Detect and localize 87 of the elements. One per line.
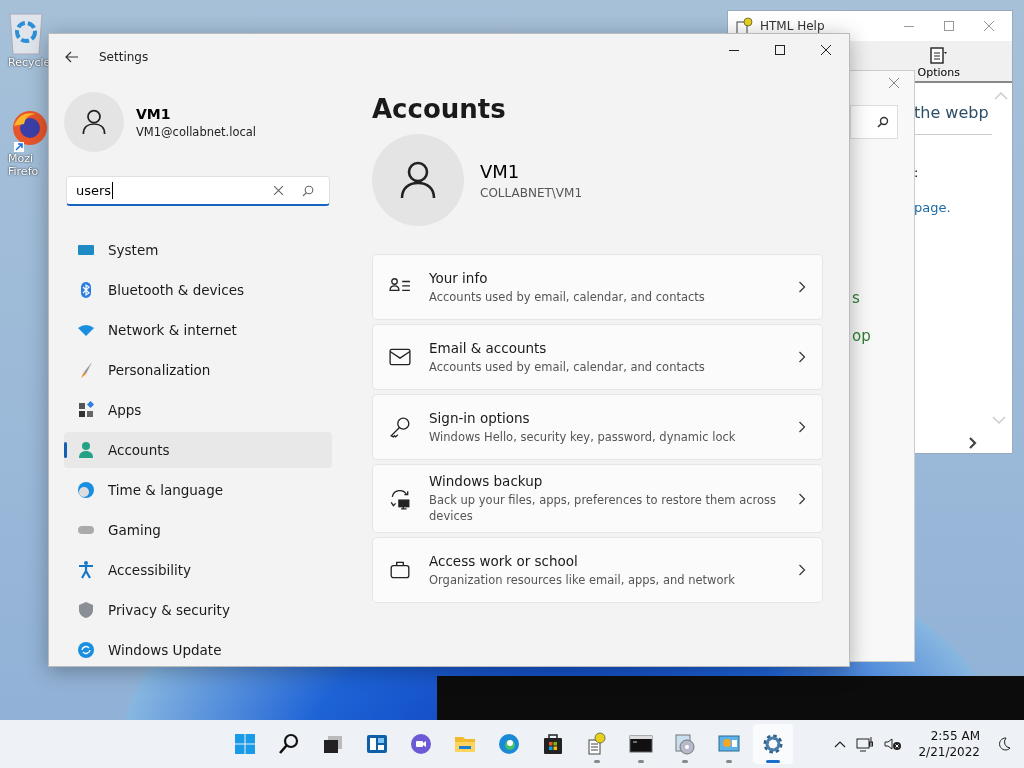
card-description: Organization resources like email, apps, and network <box>429 571 736 588</box>
nav-item[interactable]: Accessibility <box>64 552 332 588</box>
desktop-icon-label: Mozi <box>7 152 34 165</box>
video-chat-icon <box>409 732 433 756</box>
link-text[interactable]: s <box>850 289 860 307</box>
widgets-icon <box>365 732 389 756</box>
nav-item[interactable]: Time & language <box>64 472 332 508</box>
card-title: Sign-in options <box>429 409 531 426</box>
card-title: Your info <box>429 269 489 286</box>
card-title: Windows backup <box>429 473 544 489</box>
card-title: Email & accounts <box>429 339 548 356</box>
settings-card[interactable]: Access work or school Organization resources like email, apps, and network <box>372 537 823 603</box>
update-icon <box>76 640 96 660</box>
card-description: Back up your files, apps, preferences to restore them across devices <box>429 492 778 524</box>
key-icon <box>389 416 411 438</box>
back-arrow-icon <box>65 51 79 63</box>
help-document-icon <box>585 732 609 756</box>
windows-logo-icon <box>233 732 257 756</box>
user-name: VM1 <box>136 105 172 122</box>
briefcase-icon <box>389 559 411 581</box>
document-icon <box>927 44 950 66</box>
chevron-right-icon <box>798 492 806 505</box>
user-email: VM1@collabnet.local <box>136 124 257 139</box>
settings-card[interactable]: Email & accounts Accounts used by email, calendar, and contacts <box>372 324 823 390</box>
card-title: Access work or school <box>429 552 579 569</box>
help-link[interactable]: page. <box>914 200 992 215</box>
card-description: Accounts used by email, calendar, and contacts <box>429 288 706 305</box>
search-text: users <box>76 182 114 199</box>
card-description: Accounts used by email, calendar, and contacts <box>429 358 706 375</box>
search-field[interactable]: users <box>66 176 330 206</box>
settings-card[interactable]: Your info Accounts used by email, calendar, and contacts <box>372 254 823 320</box>
close-icon[interactable] <box>888 77 900 89</box>
account-name: VM1 <box>480 160 521 182</box>
page-title: Accounts <box>372 94 507 124</box>
search-icon <box>877 116 889 128</box>
privacy-icon <box>76 600 96 620</box>
accessibility-icon <box>76 560 96 580</box>
card-description: Windows Hello, security key, password, dynamic lock <box>429 428 737 445</box>
window-title: Settings <box>98 50 150 64</box>
window-title: HTML Help <box>760 19 825 33</box>
close-icon[interactable] <box>984 21 994 31</box>
terminal-icon <box>629 732 653 756</box>
account-domain: COLLABNET\VM1 <box>480 185 583 200</box>
chevron-right-icon <box>798 281 806 293</box>
close-icon <box>273 186 283 195</box>
gear-icon <box>761 732 785 756</box>
chevron-right-icon <box>798 564 806 576</box>
apps-icon <box>76 400 96 420</box>
settings-card[interactable]: Sign-in options Windows Hello, security key, password, dynamic lock <box>372 394 823 460</box>
nav-item[interactable]: Accounts <box>64 432 332 468</box>
clock[interactable]: 2:55 AM 2/21/2022 <box>912 727 986 761</box>
disc-icon <box>673 732 697 756</box>
chevron-right-icon <box>798 351 806 363</box>
desktop-icon-label: Firefo <box>7 165 39 178</box>
nav-item[interactable]: System <box>64 232 332 268</box>
nav-item[interactable]: Network & internet <box>64 312 332 348</box>
minimize-icon <box>729 49 739 51</box>
search-icon <box>277 732 301 756</box>
nav-item[interactable]: Apps <box>64 392 332 428</box>
settings-card[interactable]: Windows backup Back up your files, apps, preferences to restore them across devices <box>372 464 823 533</box>
link-text[interactable]: op <box>850 327 871 345</box>
network-computer-icon[interactable] <box>856 736 875 752</box>
minimize-icon[interactable] <box>904 25 914 27</box>
help-text: : <box>914 165 920 180</box>
close-icon <box>821 45 831 55</box>
chevron-up-icon[interactable] <box>834 740 847 748</box>
maximize-icon[interactable] <box>944 21 954 31</box>
maximize-icon <box>775 45 785 55</box>
envelope-icon <box>389 346 411 368</box>
time-icon <box>76 480 96 500</box>
chevron-right-icon <box>798 421 806 433</box>
muted-speaker-icon[interactable] <box>884 736 903 752</box>
moon-icon[interactable] <box>996 736 1012 752</box>
nav-item[interactable]: Windows Update <box>64 632 332 668</box>
search-icon <box>302 184 314 197</box>
chevron-right-icon[interactable] <box>968 437 978 449</box>
options-button[interactable]: Options <box>915 44 962 81</box>
nav-item[interactable]: Privacy & security <box>64 592 332 628</box>
desktop-icon-label: Recycle <box>7 56 51 69</box>
search-field[interactable] <box>850 105 898 139</box>
sync-computer-icon <box>389 487 411 510</box>
store-bag-icon <box>541 732 565 756</box>
nav-item[interactable]: Bluetooth & devices <box>64 272 332 308</box>
nav-item[interactable]: Personalization <box>64 352 332 388</box>
accounts-icon <box>76 440 96 460</box>
nav-item[interactable]: Gaming <box>64 512 332 548</box>
browser-icon <box>497 732 521 756</box>
